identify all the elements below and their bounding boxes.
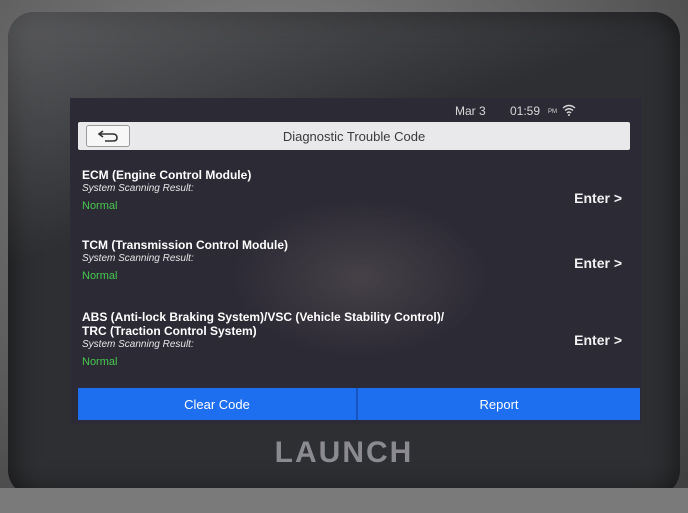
- enter-button-tcm[interactable]: Enter >: [574, 255, 622, 271]
- module-name: ECM (Engine Control Module): [82, 168, 252, 182]
- enter-button-ecm[interactable]: Enter >: [574, 190, 622, 206]
- module-item-abs[interactable]: ABS (Anti-lock Braking System)/VSC (Vehi…: [82, 310, 622, 368]
- title-bar: Diagnostic Trouble Code: [78, 122, 630, 150]
- status-time: 01:59: [510, 104, 541, 118]
- enter-button-abs[interactable]: Enter >: [574, 332, 622, 348]
- module-name-line2: TRC (Traction Control System): [82, 324, 257, 338]
- module-item-tcm[interactable]: TCM (Transmission Control Module) System…: [82, 238, 622, 282]
- brand-logo: LAUNCH: [274, 436, 414, 469]
- device-bottom-edge: [0, 488, 688, 513]
- wifi-icon: [562, 104, 576, 116]
- scan-result-label: System Scanning Result:: [82, 253, 194, 264]
- clear-code-button[interactable]: Clear Code: [78, 388, 356, 420]
- status-ampm: PM: [548, 109, 557, 115]
- scan-result-status: Normal: [82, 270, 118, 282]
- scan-result-status: Normal: [82, 200, 118, 212]
- module-name: ABS (Anti-lock Braking System)/VSC (Vehi…: [82, 310, 445, 324]
- scan-result-label: System Scanning Result:: [82, 183, 194, 194]
- status-date: Mar 3: [455, 104, 486, 118]
- scan-result-status: Normal: [82, 356, 118, 368]
- page-title: Diagnostic Trouble Code: [282, 129, 426, 144]
- module-name: TCM (Transmission Control Module): [82, 238, 288, 252]
- scan-result-label: System Scanning Result:: [82, 339, 194, 350]
- screen: Mar 3 01:59 PM Diagnostic Trouble Code E…: [70, 98, 642, 424]
- action-bar: Clear Code Report: [78, 388, 640, 420]
- status-bar: Mar 3 01:59 PM: [70, 98, 642, 120]
- report-button[interactable]: Report: [358, 388, 640, 420]
- module-item-ecm[interactable]: ECM (Engine Control Module) System Scann…: [82, 168, 622, 212]
